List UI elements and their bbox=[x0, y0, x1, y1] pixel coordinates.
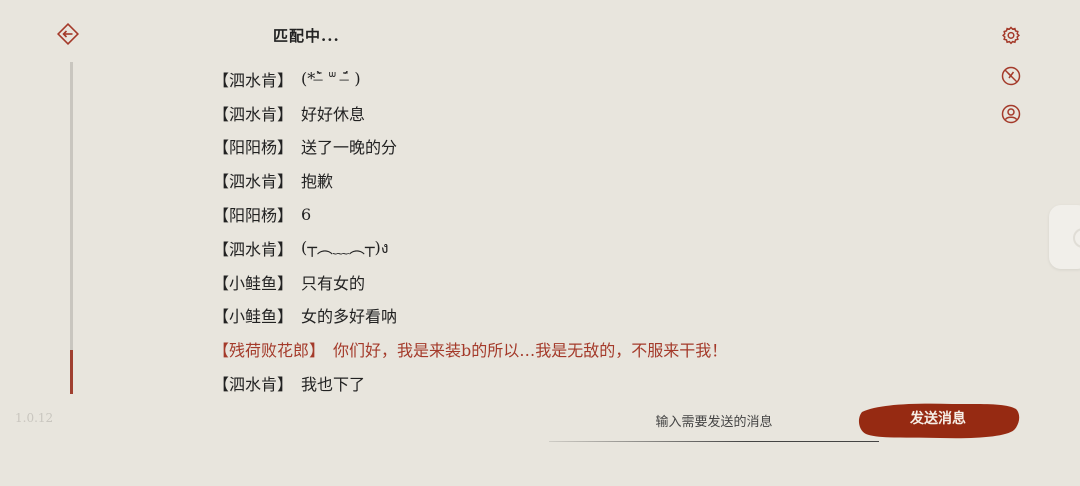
chat-scrollbar[interactable] bbox=[70, 62, 73, 394]
message-text: (*ˉ̶̀ ᐜ ˉ̶́ ) bbox=[301, 68, 361, 88]
chat-message: 【泗水肯】 我也下了 bbox=[213, 366, 727, 400]
chat-message: 【泗水肯】 抱歉 bbox=[213, 163, 727, 197]
message-text: 女的多好看呐 bbox=[301, 307, 398, 327]
message-input[interactable] bbox=[549, 404, 879, 440]
gear-icon bbox=[1002, 26, 1020, 45]
no-versus-icon bbox=[1001, 66, 1021, 86]
message-text: 我也下了 bbox=[301, 375, 366, 395]
message-text: 你们好，我是来装b的所以…我是无敌的，不服来干我！ bbox=[333, 341, 728, 361]
message-sender: 【泗水肯】 bbox=[213, 375, 294, 395]
message-sender: 【残荷败花郎】 bbox=[213, 341, 326, 361]
profile-button[interactable] bbox=[1000, 103, 1022, 125]
send-message-button[interactable]: 发送消息 bbox=[856, 400, 1020, 440]
message-sender: 【阳阳杨】 bbox=[213, 206, 294, 226]
message-composer bbox=[549, 404, 879, 444]
message-text: 抱歉 bbox=[301, 172, 334, 192]
message-sender: 【小鲑鱼】 bbox=[213, 273, 294, 293]
message-text: 只有女的 bbox=[301, 273, 366, 293]
message-text: (┬︵﹏︵┬)ง bbox=[301, 238, 389, 258]
message-sender: 【泗水肯】 bbox=[213, 104, 294, 124]
settings-button[interactable] bbox=[1000, 24, 1022, 46]
message-sender: 【阳阳杨】 bbox=[213, 138, 294, 158]
version-label: 1.0.12 bbox=[15, 411, 54, 425]
chat-message: 【小鲑鱼】 只有女的 bbox=[213, 265, 727, 299]
chat-log: 【泗水肯】 (*ˉ̶̀ ᐜ ˉ̶́ ) 【泗水肯】 好好休息 【阳阳杨】 送了一… bbox=[213, 62, 727, 400]
message-sender: 【小鲑鱼】 bbox=[213, 307, 294, 327]
message-sender: 【泗水肯】 bbox=[213, 172, 294, 192]
message-text: 送了一晚的分 bbox=[301, 138, 398, 158]
send-button-label: 发送消息 bbox=[910, 411, 966, 427]
chat-message: 【小鲑鱼】 女的多好看呐 bbox=[213, 299, 727, 333]
back-arrow-icon bbox=[56, 22, 80, 46]
message-sender: 【泗水肯】 bbox=[213, 239, 294, 259]
message-text: 好好休息 bbox=[301, 104, 366, 124]
chat-message: 【泗水肯】 好好休息 bbox=[213, 96, 727, 130]
message-text: 6 bbox=[301, 204, 312, 224]
chat-message: 【泗水肯】 (*ˉ̶̀ ᐜ ˉ̶́ ) bbox=[213, 62, 727, 96]
chat-message: 【泗水肯】 (┬︵﹏︵┬)ง bbox=[213, 231, 727, 265]
chat-message: 【阳阳杨】 6 bbox=[213, 197, 727, 231]
back-button[interactable] bbox=[56, 22, 80, 46]
no-versus-button[interactable] bbox=[1000, 65, 1022, 87]
chat-message: 【阳阳杨】 送了一晚的分 bbox=[213, 130, 727, 164]
chat-message-highlighted: 【残荷败花郎】 你们好，我是来装b的所以…我是无敌的，不服来干我！ bbox=[213, 332, 727, 366]
message-sender: 【泗水肯】 bbox=[213, 70, 294, 90]
user-icon bbox=[1001, 104, 1021, 124]
input-underline bbox=[549, 441, 879, 442]
page-title: 匹配中... bbox=[273, 27, 340, 45]
chat-scrollbar-thumb[interactable] bbox=[70, 350, 73, 394]
